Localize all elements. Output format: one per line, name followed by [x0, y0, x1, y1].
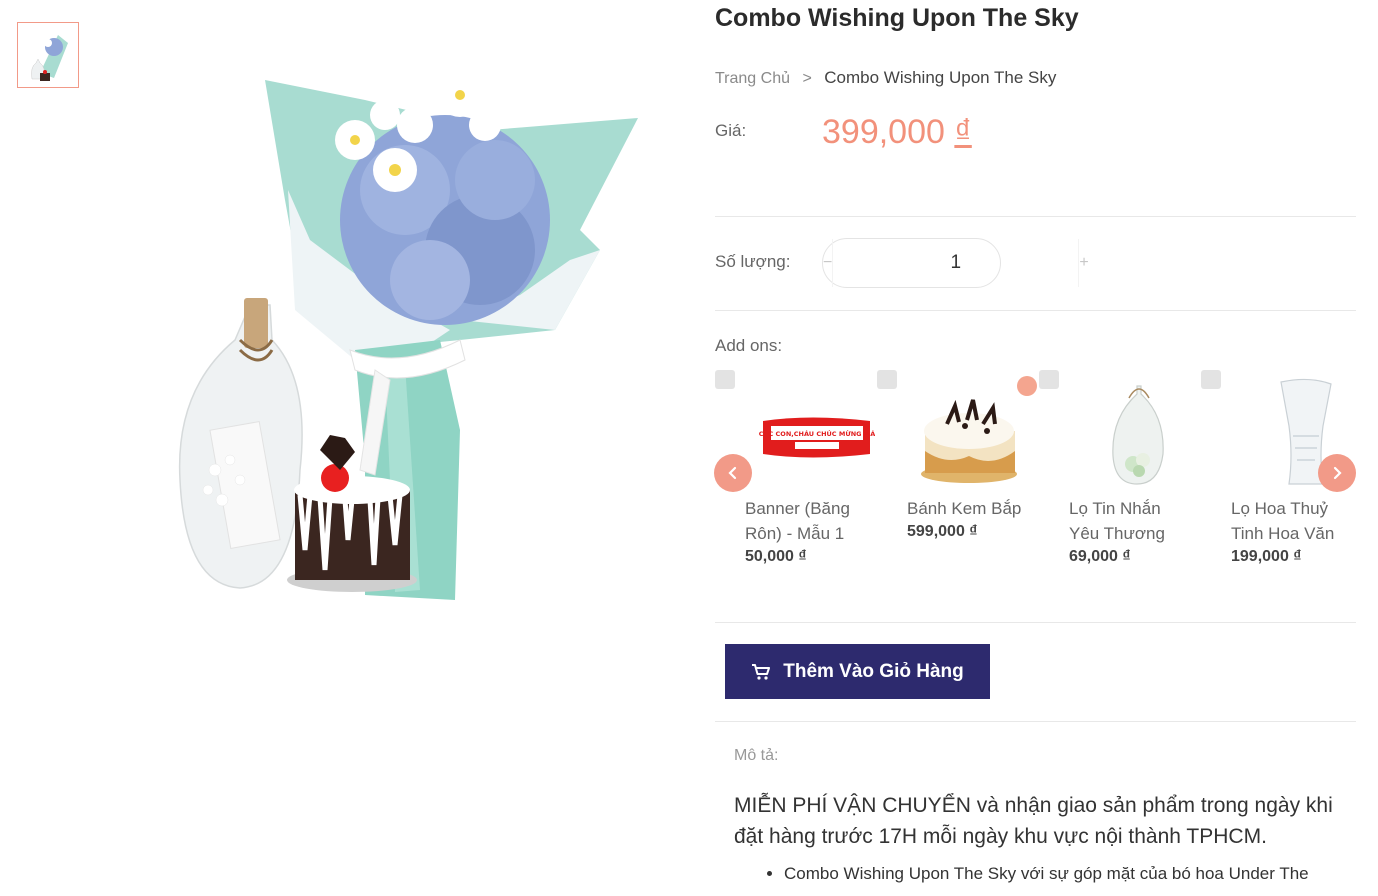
addon-name: Lọ Tin Nhắn Yêu Thương [1069, 499, 1165, 543]
quantity-decrease-button[interactable]: − [823, 254, 832, 272]
quantity-increase-button[interactable]: + [1079, 254, 1088, 272]
price-amount: 399,000 [822, 113, 945, 151]
quantity-label: Số lượng: [715, 252, 791, 271]
description-bullet: Combo Wishing Upon The Sky với sự góp mặ… [784, 862, 1344, 886]
divider [715, 721, 1356, 722]
addon-name: Lọ Hoa Thuỷ Tinh Hoa Văn [1231, 499, 1335, 543]
addon-image-cake [907, 376, 1037, 486]
breadcrumb-separator: > [802, 70, 812, 87]
addon-price: 50,000 ₫ [745, 548, 807, 565]
price-label: Giá: [715, 121, 747, 140]
addon-name: Bánh Kem Bắp [907, 499, 1022, 518]
price-value: 399,000 ₫ [822, 113, 972, 152]
addon-image-glass-jar [1069, 376, 1199, 486]
addon-item[interactable]: Lọ Tin Nhắn Yêu Thương 69,000 ₫ [1039, 362, 1199, 582]
product-title: Combo Wishing Upon The Sky [715, 4, 1079, 32]
banner-text: CÁC CON,CHÁU CHÚC MỪNG MÁ [759, 429, 875, 438]
divider [715, 216, 1356, 217]
add-to-cart-label: Thêm Vào Giỏ Hàng [783, 660, 964, 682]
chevron-left-icon [728, 466, 737, 480]
cart-icon [752, 663, 771, 680]
addon-item[interactable]: Bánh Kem Bắp 599,000 ₫ [877, 362, 1037, 582]
addon-checkbox[interactable] [877, 370, 897, 389]
addon-price: 69,000 ₫ [1069, 548, 1131, 565]
breadcrumb: Trang Chủ > Combo Wishing Upon The Sky [715, 68, 1056, 88]
divider [715, 622, 1356, 623]
carousel-next-button[interactable] [1318, 454, 1356, 492]
description-headline: MIỄN PHÍ VẬN CHUYỂN và nhận giao sản phẩ… [734, 794, 1333, 848]
addon-checkbox[interactable] [715, 370, 735, 389]
quantity-stepper: − + [822, 238, 1089, 288]
breadcrumb-current: Combo Wishing Upon The Sky [824, 68, 1057, 87]
addon-price: 199,000 ₫ [1231, 548, 1302, 565]
addon-checkbox[interactable] [1201, 370, 1221, 389]
addon-checkbox[interactable] [1039, 370, 1059, 389]
addon-image-banner: CÁC CON,CHÁU CHÚC MỪNG MÁ [745, 376, 875, 486]
description-list: Combo Wishing Upon The Sky với sự góp mặ… [784, 862, 1344, 886]
add-to-cart-button[interactable]: Thêm Vào Giỏ Hàng [725, 644, 990, 699]
addons-label: Add ons: [715, 336, 783, 355]
breadcrumb-home-link[interactable]: Trang Chủ [715, 70, 790, 87]
addon-name: Banner (Băng Rôn) - Mẫu 1 [745, 499, 850, 543]
carousel-prev-button[interactable] [714, 454, 752, 492]
addons-carousel: CÁC CON,CHÁU CHÚC MỪNG MÁ Banner (Băng R… [715, 362, 1356, 582]
chevron-right-icon [1333, 466, 1342, 480]
price-currency: ₫ [954, 113, 972, 151]
description-label: Mô tả: [734, 747, 779, 764]
addon-price: 599,000 ₫ [907, 523, 978, 540]
thumbnail-image [31, 35, 68, 81]
gallery-thumbnail[interactable] [17, 22, 79, 88]
divider [715, 310, 1356, 311]
product-main-image [160, 40, 660, 620]
quantity-input[interactable] [832, 239, 1080, 287]
